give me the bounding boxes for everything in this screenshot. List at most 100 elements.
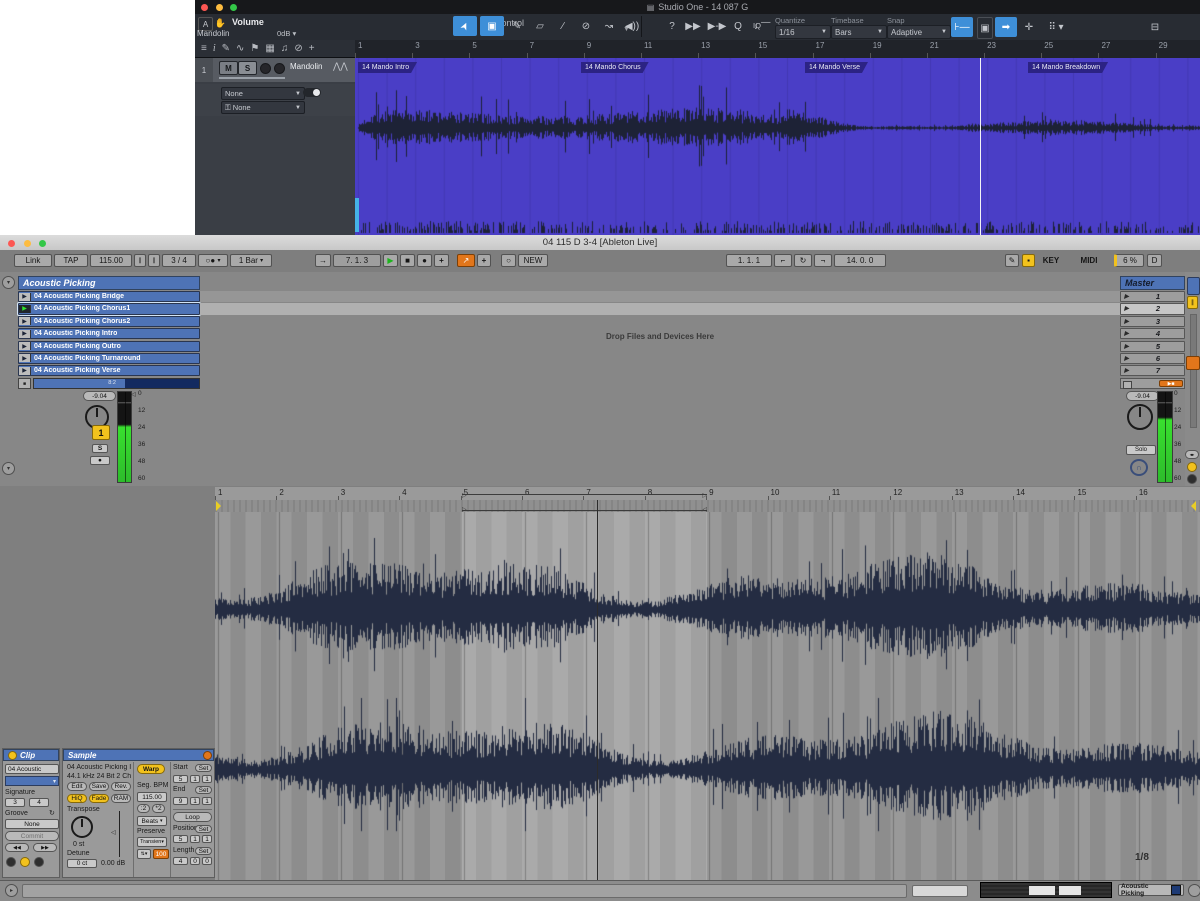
transient-loop-mode[interactable]: ⇅▾	[137, 849, 151, 859]
quantize-select[interactable]: 1/16▼	[775, 25, 831, 39]
transpose-value[interactable]: 0 st	[73, 841, 84, 848]
clip-color-chooser[interactable]: ▾	[5, 776, 59, 786]
clip-slot[interactable]: ▶04 Acoustic Picking Outro	[18, 341, 200, 352]
metronome-toggle[interactable]: ○● ▾	[198, 254, 228, 267]
sends-toggle[interactable]	[1187, 462, 1197, 472]
master-solo-button[interactable]: Solo	[1126, 445, 1156, 455]
grain-size-field[interactable]: 100	[153, 849, 169, 859]
start-sixteenth[interactable]: 1	[202, 775, 212, 783]
master-pan-knob[interactable]	[1127, 404, 1153, 430]
hiq-button[interactable]: HiQ	[67, 794, 87, 803]
returns-toggle[interactable]	[1187, 474, 1197, 484]
sample-tab-dot[interactable]	[20, 857, 30, 867]
clip-beat-ruler[interactable]: 12345678910111213141516	[215, 487, 1200, 501]
arrangement-position[interactable]: 7. 1. 3	[333, 254, 381, 267]
start-beat[interactable]: 1	[190, 775, 200, 783]
midi-map-button[interactable]: MIDI	[1075, 254, 1103, 267]
clip-slot[interactable]: ▶04 Acoustic Picking Turnaround	[18, 353, 200, 364]
minimize-button[interactable]	[24, 240, 31, 247]
arrow-tool-button[interactable]: ➤	[453, 16, 477, 36]
end-beat[interactable]: 1	[190, 797, 200, 805]
scene[interactable]: ▶1	[1120, 291, 1185, 302]
follow-button[interactable]: →	[315, 254, 331, 267]
detune-field[interactable]: 0 ct	[67, 859, 97, 868]
autoscroll-button[interactable]: ⊦—	[951, 17, 973, 37]
insert-toggle[interactable]	[303, 88, 321, 97]
cue-headphone-icon[interactable]: ∩	[1130, 459, 1148, 476]
eraser-tool-button[interactable]: ▱	[530, 16, 550, 36]
loop-start-handle[interactable]: ▷	[462, 506, 467, 513]
clip-start-marker[interactable]	[216, 501, 221, 511]
clip-launch-button[interactable]: ▶	[19, 342, 31, 350]
clip-name-field[interactable]: 04 Acoustic	[5, 764, 59, 774]
groove-chooser[interactable]: None	[5, 819, 59, 829]
warp-mode-select[interactable]: Beats ▾	[137, 816, 167, 826]
warp-button[interactable]: Warp	[137, 764, 165, 774]
scrollbar-thumb[interactable]	[355, 198, 359, 232]
tempo-field[interactable]: 115.00	[90, 254, 132, 267]
envelope-tab-dot[interactable]	[34, 857, 44, 867]
clip-slot-playing[interactable]: ▶04 Acoustic Picking Chorus1	[18, 303, 200, 314]
track-header[interactable]: 1 M S Mandolin ⋀⋀	[195, 58, 355, 82]
track-arm-button[interactable]: ●	[90, 456, 110, 465]
clip-launch-button[interactable]: ▶	[19, 305, 31, 313]
clip-launch-button[interactable]: ▶	[19, 330, 31, 338]
io-show-toggle[interactable]: ▾	[2, 276, 15, 289]
vertical-scrollbar[interactable]	[1190, 314, 1197, 428]
end-set-button[interactable]: Set	[195, 786, 212, 794]
timeline-ruler[interactable]: 1357911131517192123252729	[355, 40, 1200, 59]
monitor-button[interactable]	[274, 63, 285, 74]
signature-denominator[interactable]: 4	[29, 798, 49, 807]
grid-options-button[interactable]: ⠿ ▾	[1043, 17, 1069, 37]
insert-slot-1[interactable]: None▼	[221, 87, 305, 100]
arrangement-overview[interactable]	[980, 882, 1112, 898]
position-beat[interactable]: 1	[190, 835, 200, 843]
mute-tool-button[interactable]: ⊘	[576, 16, 596, 36]
bpm-half-button[interactable]: :2	[137, 804, 150, 813]
solo-button[interactable]: S	[238, 61, 257, 75]
clip-launch-button[interactable]: ▶	[19, 354, 31, 362]
wrench-icon[interactable]: ✎	[222, 43, 230, 54]
playhead[interactable]	[980, 58, 981, 235]
io-toggle-pill[interactable]: ◂▸	[1185, 450, 1199, 459]
maximize-button[interactable]	[230, 4, 237, 11]
automation-icon[interactable]: ∿	[236, 43, 244, 54]
new-button[interactable]: NEW	[518, 254, 548, 267]
input-quantize-toggle[interactable]: IQ	[753, 21, 761, 30]
automation-value[interactable]: 0dB ▾	[277, 29, 296, 38]
clip-end-marker[interactable]	[1191, 501, 1196, 511]
marker-flag[interactable]: 14 Mando Verse	[805, 62, 868, 73]
disable-icon[interactable]: ⊘	[294, 43, 302, 54]
clip-playhead[interactable]	[597, 500, 598, 880]
marker-flag[interactable]: 14 Mando Breakdown	[1028, 62, 1108, 73]
clip-slot[interactable]: ▶04 Acoustic Picking Chorus2	[18, 316, 200, 327]
play-from-icon[interactable]: ▶-▶	[707, 16, 727, 36]
scene[interactable]: ▶6	[1120, 353, 1185, 364]
split-tool-button[interactable]: ∕	[553, 16, 573, 36]
mixer-toggle-icon[interactable]: ⊟	[1145, 17, 1165, 37]
clip-launch-button[interactable]: ▶	[19, 367, 31, 375]
groove-commit-icon[interactable]: ↻	[49, 809, 55, 817]
edit-button[interactable]: Edit	[67, 782, 87, 791]
return-to-start-button[interactable]: ➡	[995, 17, 1017, 37]
loop-brace[interactable]: ▷ ▷ ▷ ◁	[462, 494, 707, 511]
master-track-header[interactable]: Master	[1120, 276, 1185, 290]
clip-marker-lane[interactable]	[215, 500, 1200, 512]
clip-launch-button[interactable]: ▶	[19, 293, 31, 301]
window-controls[interactable]	[201, 3, 237, 13]
marker-flag[interactable]: 14 Mando Chorus	[581, 62, 649, 73]
session-record-button[interactable]: ○	[501, 254, 516, 267]
position-sixteenth[interactable]: 1	[202, 835, 212, 843]
marker-flag-icon[interactable]: ⚑	[250, 43, 259, 54]
loop-end-handle[interactable]: ▷	[702, 492, 707, 499]
clip-activator-dot[interactable]	[8, 751, 17, 760]
info-view-toggle[interactable]: ▸	[5, 884, 18, 897]
grid-icon[interactable]: ▦	[265, 43, 274, 54]
automation-arm-button[interactable]: ↗	[457, 254, 475, 267]
loop-end-handle[interactable]: ◁	[702, 506, 707, 513]
range-tool-button[interactable]: ▣	[480, 16, 504, 36]
seg-bpm-field[interactable]: 115.00	[137, 792, 167, 802]
clip-overview-button[interactable]	[1187, 277, 1200, 295]
gain-value[interactable]: 0.00 dB	[101, 860, 125, 867]
bpm-double-button[interactable]: *2	[152, 804, 165, 813]
